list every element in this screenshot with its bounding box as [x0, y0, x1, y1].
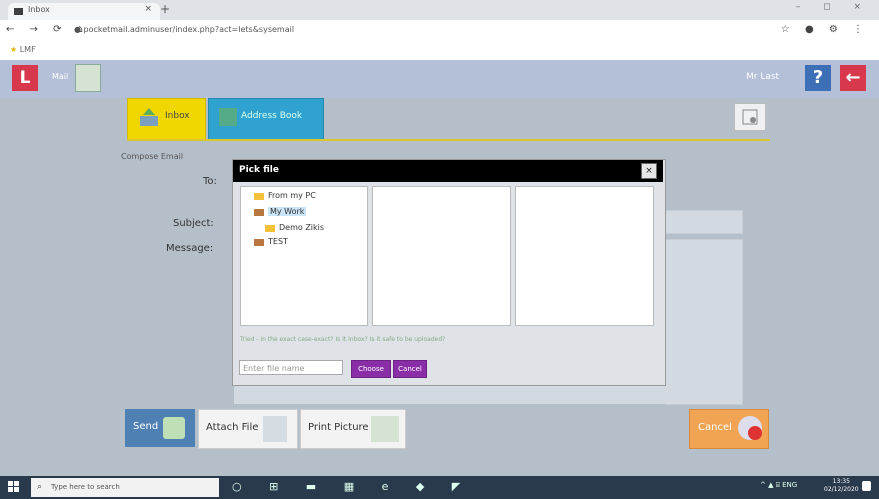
print-picture-label: Print Picture — [308, 422, 369, 433]
header-label: Mail — [52, 72, 69, 81]
help-button[interactable]: ? — [805, 65, 831, 91]
back-button[interactable]: ← — [840, 65, 866, 91]
settings-icon — [742, 109, 758, 125]
cancel-x-icon — [748, 426, 762, 440]
file-name-input[interactable]: Enter file name — [239, 360, 343, 375]
tab-address-book[interactable]: Address Book — [208, 98, 324, 141]
to-label: To: — [203, 176, 217, 187]
folder-icon — [254, 193, 264, 200]
folder-tree-pane: From my PC My Work Demo Zikis TEST — [240, 186, 368, 326]
tree-item-demo-zikis[interactable]: Demo Zikis — [279, 223, 324, 232]
message-field[interactable] — [665, 239, 743, 405]
choose-button[interactable]: Choose — [351, 360, 391, 378]
cancel-button[interactable]: Cancel — [689, 409, 769, 449]
taskbar-pinned-apps[interactable]: ○ ⊞ ▬ ▦ e ◆ ◤ — [232, 480, 472, 493]
mail-favicon-icon — [14, 8, 23, 15]
cancel-label: Cancel — [698, 422, 732, 433]
tree-item-from-my-pc[interactable]: From my PC — [268, 191, 316, 200]
dialog-hint: Tried - in the exact case-exact? Is it I… — [240, 336, 446, 343]
message-field-bottom — [234, 384, 741, 404]
window-controls[interactable]: – ◻ × — [796, 2, 871, 12]
send-envelope-icon — [163, 417, 185, 439]
taskbar-clock[interactable]: 13:35 02/12/2020 — [824, 478, 859, 494]
url-field[interactable]: ● pocketmail.adminuser/index.php?act=let… — [74, 25, 294, 34]
compose-heading: Compose Email — [121, 152, 184, 161]
taskbar-search-placeholder: Type here to search — [51, 483, 120, 491]
dialog-header — [233, 160, 663, 182]
attach-file-button[interactable]: Attach File — [198, 409, 298, 449]
system-tray[interactable]: ^ ▲ ⌸ ENG — [760, 481, 797, 490]
search-icon: ⌕ — [37, 482, 43, 492]
picture-icon — [371, 416, 399, 442]
attach-file-label: Attach File — [206, 422, 259, 433]
windows-start-icon[interactable] — [8, 481, 20, 493]
dialog-close-button[interactable]: × — [641, 163, 657, 179]
browser-tab[interactable]: Inbox × — [8, 3, 160, 20]
paperclip-icon — [263, 416, 287, 442]
browser-tab-title: Inbox — [28, 5, 50, 14]
tab-close-icon[interactable]: × — [144, 4, 152, 14]
address-book-icon — [219, 108, 237, 126]
send-button[interactable]: Send — [125, 409, 195, 447]
folder-icon — [265, 225, 275, 232]
settings-button[interactable] — [734, 103, 766, 131]
new-tab-button[interactable]: + — [160, 2, 170, 16]
tab-underline — [127, 139, 770, 141]
dialog-title: Pick file — [239, 165, 279, 175]
tab-inbox-label: Inbox — [165, 111, 190, 121]
clock-date: 02/12/2020 — [824, 486, 859, 493]
username-label: Mr Last — [746, 72, 780, 82]
bookmark-item[interactable]: ★ LMF — [10, 45, 36, 54]
folder-open-icon — [254, 209, 264, 216]
notification-icon[interactable] — [862, 481, 871, 491]
subject-label: Subject: — [173, 218, 214, 229]
app-logo[interactable]: L — [12, 65, 38, 91]
bookmarks-bar — [0, 42, 879, 61]
dialog-cancel-button[interactable]: Cancel — [393, 360, 427, 378]
tree-item-my-work[interactable]: My Work — [268, 207, 307, 216]
tree-item-test[interactable]: TEST — [268, 237, 288, 246]
bookmark-star-icon: ★ — [10, 45, 18, 54]
browser-toolbar-icons[interactable]: ☆ ● ⚙ ⋮ — [781, 24, 869, 35]
clock-time: 13:35 — [832, 478, 850, 485]
file-list-pane[interactable] — [372, 186, 511, 326]
bookmark-label: LMF — [19, 45, 36, 54]
file-preview-pane — [515, 186, 654, 326]
mail-picture-icon[interactable] — [75, 64, 101, 92]
tab-inbox[interactable]: Inbox — [127, 98, 206, 141]
send-label: Send — [133, 421, 159, 432]
subject-field[interactable] — [665, 210, 743, 234]
tab-address-book-label: Address Book — [241, 111, 303, 121]
inbox-icon — [140, 108, 158, 126]
message-label: Message: — [166, 243, 214, 254]
folder-brown-icon — [254, 239, 264, 246]
print-picture-button[interactable]: Print Picture — [300, 409, 406, 449]
